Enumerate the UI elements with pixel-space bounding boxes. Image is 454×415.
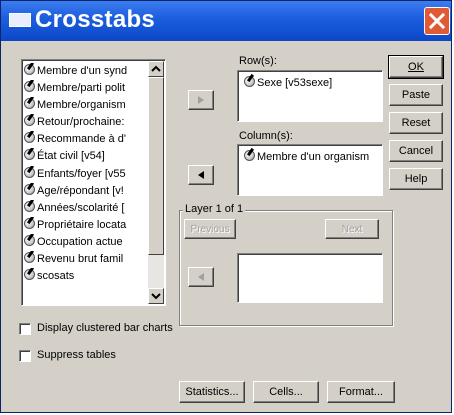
clustered-bar-charts-label: Display clustered bar charts xyxy=(37,322,173,334)
variable-icon xyxy=(24,166,35,178)
rows-list-item[interactable]: Sexe [v53sexe] xyxy=(238,71,382,89)
variable-icon xyxy=(24,98,35,110)
variable-list-scrollbar[interactable] xyxy=(148,61,164,304)
variable-list-item[interactable]: Membre/parti polit xyxy=(24,80,140,97)
variable-icon xyxy=(24,132,35,144)
variable-label: État civil [v54] xyxy=(37,150,105,163)
paste-button[interactable]: Paste xyxy=(389,84,443,106)
variable-icon xyxy=(244,150,255,161)
variable-icon xyxy=(24,252,35,264)
variable-list-item[interactable]: Recommande à d' xyxy=(24,131,140,148)
variable-list[interactable]: Membre d'un synd Membre/parti polit Membre… xyxy=(21,59,166,306)
variable-list-item[interactable]: Retour/prochaine: xyxy=(24,114,140,131)
clustered-bar-charts-checkbox[interactable] xyxy=(19,323,31,335)
variable-label: Occupation actue xyxy=(37,235,123,248)
variable-icon xyxy=(24,115,35,127)
variable-label: Retour/prochaine: xyxy=(37,116,125,129)
variable-icon xyxy=(24,269,35,281)
variable-label: Recommande à d' xyxy=(37,133,126,146)
arrow-right-icon xyxy=(198,96,204,104)
scroll-thumb[interactable] xyxy=(148,77,164,255)
variable-label: Revenu brut famil xyxy=(37,253,124,266)
columns-label: Column(s): xyxy=(239,130,293,142)
variable-label: Enfants/foyer [v55 xyxy=(37,167,126,180)
variable-list-item[interactable]: Propriétaire locata xyxy=(24,217,140,234)
rows-label: Row(s): xyxy=(239,55,277,67)
variable-label: Membre/parti polit xyxy=(37,82,126,95)
variable-label: Années/scolarité [ xyxy=(37,201,125,214)
crosstabs-dialog: Crosstabs Membre d'un synd Membre/parti p… xyxy=(0,0,452,413)
variable-icon xyxy=(24,81,35,93)
move-to-layer-button[interactable] xyxy=(188,267,214,287)
variable-label: Propriétaire locata xyxy=(37,218,127,231)
help-label: Help xyxy=(404,173,428,185)
cancel-label: Cancel xyxy=(398,145,434,157)
variable-list-item[interactable]: Age/répondant [v! xyxy=(24,183,140,200)
variable-list-item[interactable]: Revenu brut famil xyxy=(24,251,140,268)
suppress-tables-checkbox[interactable] xyxy=(19,350,31,362)
variable-icon xyxy=(24,149,35,161)
scroll-down-button[interactable] xyxy=(148,288,164,304)
variable-label: Membre/organism xyxy=(37,99,126,112)
layer-list[interactable] xyxy=(237,253,383,303)
cancel-button[interactable]: Cancel xyxy=(389,140,443,162)
variable-icon xyxy=(24,200,35,212)
variable-icon xyxy=(24,234,35,246)
window-icon xyxy=(9,13,31,27)
variable-list-item[interactable]: Enfants/foyer [v55 xyxy=(24,166,140,183)
columns-list-item[interactable]: Membre d'un organism xyxy=(238,145,382,163)
variable-icon xyxy=(24,217,35,229)
ok-label: OK xyxy=(408,61,424,73)
paste-label: Paste xyxy=(401,89,431,101)
help-button[interactable]: Help xyxy=(389,168,443,190)
title-bar[interactable]: Crosstabs xyxy=(1,1,451,41)
suppress-tables-label: Suppress tables xyxy=(37,349,116,361)
statistics-button[interactable]: Statistics... xyxy=(179,381,245,403)
variable-list-item[interactable]: Membre/organism xyxy=(24,97,140,114)
rows-item-label: Sexe [v53sexe] xyxy=(257,77,333,89)
move-to-columns-button[interactable] xyxy=(188,165,214,185)
ok-button[interactable]: OK xyxy=(388,55,444,79)
close-button[interactable] xyxy=(424,7,450,35)
next-layer-button[interactable]: Next xyxy=(325,219,379,239)
variable-list-item[interactable]: scosats xyxy=(24,268,140,285)
columns-list[interactable]: Membre d'un organism xyxy=(237,144,383,196)
arrow-left-icon xyxy=(198,171,204,179)
columns-item-label: Membre d'un organism xyxy=(257,151,370,163)
variable-list-item[interactable]: Années/scolarité [ xyxy=(24,200,140,217)
format-button[interactable]: Format... xyxy=(327,381,395,403)
variable-label: Age/répondant [v! xyxy=(37,184,124,197)
variable-list-item[interactable]: Occupation actue xyxy=(24,234,140,251)
close-icon xyxy=(428,12,446,30)
scroll-up-button[interactable] xyxy=(148,61,164,77)
variable-list-item[interactable]: Membre d'un synd xyxy=(24,63,140,80)
variable-icon xyxy=(24,64,35,75)
variable-icon xyxy=(244,76,255,87)
dialog-body: Membre d'un synd Membre/parti polit Membre… xyxy=(3,42,449,412)
rows-list[interactable]: Sexe [v53sexe] xyxy=(237,70,383,122)
variable-label: Membre d'un synd xyxy=(37,65,128,77)
variable-label: scosats xyxy=(37,270,75,283)
layer-label: Layer 1 of 1 xyxy=(183,203,246,215)
chevron-down-icon xyxy=(151,293,161,300)
variable-icon xyxy=(24,183,35,195)
variable-list-item[interactable]: État civil [v54] xyxy=(24,148,140,165)
move-to-rows-button[interactable] xyxy=(188,90,214,110)
window-title: Crosstabs xyxy=(35,6,156,33)
chevron-up-icon xyxy=(151,65,161,72)
reset-label: Reset xyxy=(401,117,431,129)
cells-button[interactable]: Cells... xyxy=(253,381,319,403)
previous-layer-button[interactable]: Previous xyxy=(184,219,236,239)
arrow-left-icon xyxy=(198,273,204,281)
reset-button[interactable]: Reset xyxy=(389,112,443,134)
